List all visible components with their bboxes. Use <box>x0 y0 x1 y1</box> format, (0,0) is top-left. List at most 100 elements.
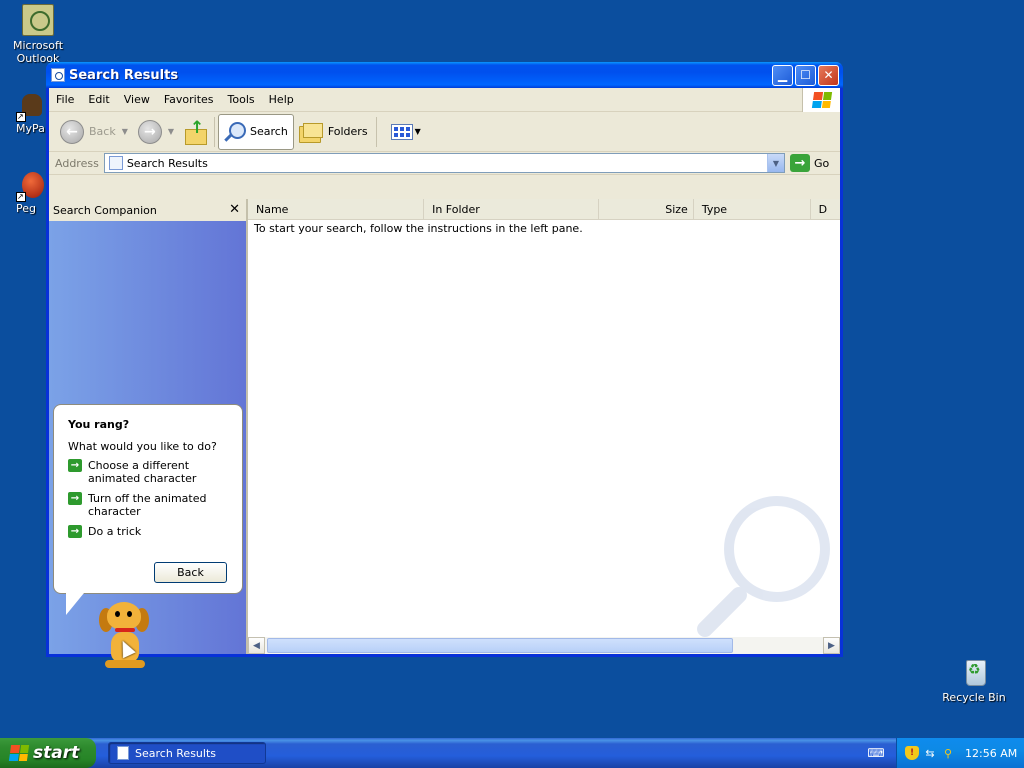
search-watermark-icon <box>686 494 836 644</box>
start-button[interactable]: start <box>0 738 96 768</box>
menu-favorites[interactable]: Favorites <box>157 93 221 106</box>
minimize-button[interactable]: ▁ <box>772 64 793 86</box>
search-tray-icon[interactable]: ⚲ <box>941 746 955 760</box>
go-label: Go <box>814 156 830 170</box>
up-folder-icon <box>184 118 208 145</box>
clock[interactable]: 12:56 AM <box>965 747 1017 760</box>
column-in-folder[interactable]: In Folder <box>424 199 600 220</box>
scroll-right-icon[interactable]: ▶ <box>823 637 840 654</box>
column-date[interactable]: D <box>811 199 840 220</box>
column-name[interactable]: Name <box>248 199 425 220</box>
arrow-right-icon: → <box>68 525 82 538</box>
chevron-down-icon[interactable]: ▼ <box>122 127 128 136</box>
windows-logo-icon <box>802 88 840 112</box>
option-label: Turn off the animated character <box>88 492 207 518</box>
balloon-tail <box>66 593 84 615</box>
taskbar: start Search Results ⌨ ! ⇆ ⚲ 12:56 AM <box>0 738 1024 768</box>
menu-help[interactable]: Help <box>262 93 301 106</box>
arrow-right-icon: → <box>68 459 82 472</box>
maximize-icon: ☐ <box>800 68 811 82</box>
address-label: Address <box>55 156 99 170</box>
search-companion-header: Search Companion ✕ <box>49 199 246 221</box>
search-companion-pane: Search Companion ✕ You rang? What would … <box>49 199 248 668</box>
peg-icon: ↗ <box>16 170 48 202</box>
folders-button[interactable]: Folders <box>294 114 373 150</box>
windows-logo-icon <box>8 745 30 761</box>
keyboard-icon[interactable]: ⌨ <box>866 745 886 761</box>
security-shield-icon[interactable]: ! <box>905 746 919 760</box>
back-label: Back <box>89 125 116 138</box>
instructions-text: To start your search, follow the instruc… <box>254 222 583 235</box>
chevron-down-icon[interactable]: ▼ <box>767 154 784 172</box>
address-value: Search Results <box>126 156 208 170</box>
toolbar: ← Back ▼ → ▼ Search Folders <box>49 112 840 152</box>
content-area: Search Companion ✕ You rang? What would … <box>49 199 840 668</box>
chevron-down-icon[interactable]: ▼ <box>168 127 174 136</box>
outlook-icon <box>22 4 54 36</box>
column-headers: Name In Folder Size Type D <box>248 199 840 220</box>
option-choose-character[interactable]: → Choose a different animated character <box>68 459 232 485</box>
balloon-title: You rang? <box>68 418 130 431</box>
views-button[interactable]: ▼ <box>380 114 426 150</box>
title-bar[interactable]: Search Results ▁ ☐ ✕ <box>46 62 843 88</box>
address-input[interactable]: Search Results ▼ <box>103 153 785 173</box>
start-label: start <box>33 743 80 763</box>
scroll-left-icon[interactable]: ◀ <box>248 637 265 654</box>
shortcut-arrow-icon: ↗ <box>16 192 26 202</box>
up-folder-button[interactable] <box>179 114 211 150</box>
address-bar: Address Search Results ▼ → Go <box>49 152 840 175</box>
search-results-window: Search Results ▁ ☐ ✕ File Edit View Favo… <box>46 62 843 668</box>
close-button[interactable]: ✕ <box>818 64 839 86</box>
search-button[interactable]: Search <box>218 113 294 150</box>
taskbar-item-search-results[interactable]: Search Results <box>108 742 266 764</box>
assistant-balloon: You rang? What would you like to do? → C… <box>53 404 243 615</box>
go-arrow-icon: → <box>790 154 810 172</box>
forward-button[interactable]: → ▼ <box>133 114 179 150</box>
back-button[interactable]: ← Back ▼ <box>55 114 133 150</box>
taskbar-item-label: Search Results <box>135 746 217 760</box>
option-label: Choose a different animated character <box>88 459 197 485</box>
window-body: File Edit View Favorites Tools Help ← Ba… <box>49 88 840 668</box>
menu-view[interactable]: View <box>117 93 157 106</box>
column-size[interactable]: Size <box>599 199 694 220</box>
menu-tools[interactable]: Tools <box>221 93 262 106</box>
balloon-question: What would you like to do? <box>68 440 217 453</box>
dog-character-icon[interactable] <box>99 602 151 672</box>
option-label: Do a trick <box>88 525 142 538</box>
system-tray: ! ⇆ ⚲ 12:56 AM <box>896 738 1024 768</box>
close-icon[interactable]: ✕ <box>229 202 240 217</box>
shortcut-arrow-icon: ↗ <box>16 112 26 122</box>
option-turn-off-character[interactable]: → Turn off the animated character <box>68 492 232 518</box>
option-do-trick[interactable]: → Do a trick <box>68 525 232 538</box>
menu-file[interactable]: File <box>49 93 81 106</box>
column-type[interactable]: Type <box>694 199 811 220</box>
desktop-icon-outlook[interactable]: Microsoft Outlook <box>0 4 76 65</box>
minimize-icon: ▁ <box>777 68 788 82</box>
chevron-down-icon: ▼ <box>414 127 421 136</box>
maximize-button[interactable]: ☐ <box>795 64 816 86</box>
window-title: Search Results <box>69 67 179 83</box>
desktop-icon-label: Recycle Bin <box>942 691 1006 704</box>
toolbar-separator <box>375 116 377 147</box>
balloon-back-button[interactable]: Back <box>154 562 227 583</box>
mypa-icon: ↗ <box>16 90 48 122</box>
network-icon[interactable]: ⇆ <box>923 746 937 760</box>
menu-edit[interactable]: Edit <box>81 93 116 106</box>
scroll-thumb[interactable] <box>267 638 733 653</box>
folders-label: Folders <box>327 125 368 138</box>
forward-arrow-icon: → <box>137 119 162 144</box>
folders-icon <box>298 122 323 143</box>
scroll-track[interactable] <box>265 638 823 653</box>
back-arrow-icon: ← <box>60 119 84 144</box>
views-icon <box>390 123 413 140</box>
menu-bar: File Edit View Favorites Tools Help <box>49 88 840 112</box>
results-pane: Name In Folder Size Type D To start your… <box>248 199 840 654</box>
search-window-icon <box>51 68 65 82</box>
search-companion-title: Search Companion <box>53 203 157 217</box>
close-icon: ✕ <box>823 68 834 82</box>
desktop-icon-recycle-bin[interactable]: Recycle Bin <box>936 656 1012 704</box>
horizontal-scrollbar[interactable]: ◀ ▶ <box>248 637 840 654</box>
recycle-bin-icon <box>958 656 990 688</box>
go-button[interactable]: → Go <box>790 154 836 172</box>
search-results-icon <box>117 746 129 760</box>
